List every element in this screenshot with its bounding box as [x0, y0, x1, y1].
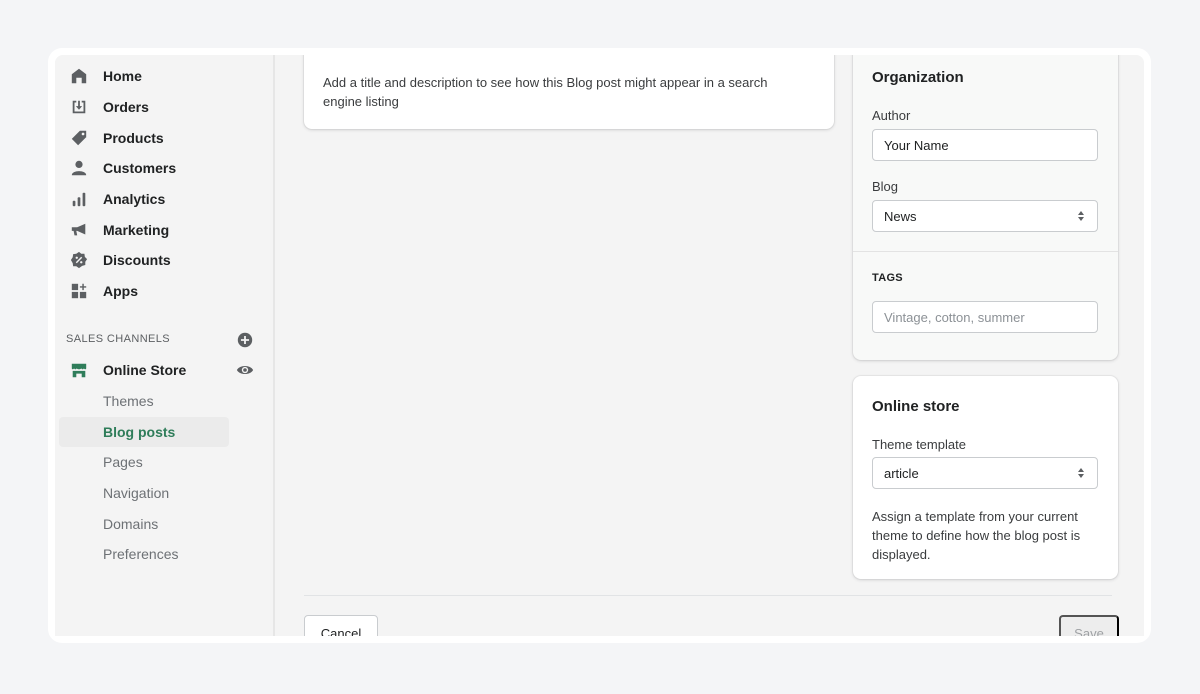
select-arrows-icon [1078, 211, 1084, 221]
sidebar-item-label: Products [103, 130, 164, 146]
main-content: Add a title and description to see how t… [275, 55, 1144, 636]
apps-icon [71, 283, 87, 299]
theme-template-value: article [884, 465, 919, 481]
tag-icon [71, 130, 87, 146]
cancel-button[interactable]: Cancel [304, 615, 378, 636]
sidebar-item-analytics[interactable]: Analytics [59, 184, 229, 214]
sidebar-subitem-domains[interactable]: Domains [59, 509, 229, 539]
online-store-card: Online store Theme template article Assi… [853, 376, 1118, 579]
sidebar-subitem-preferences[interactable]: Preferences [59, 539, 229, 569]
sidebar-subitem-navigation[interactable]: Navigation [59, 478, 229, 508]
theme-template-select[interactable]: article [872, 457, 1098, 489]
sidebar-subitem-label: Themes [103, 393, 154, 409]
sidebar-subitem-label: Pages [103, 454, 143, 470]
tags-placeholder: Vintage, cotton, summer [884, 309, 1025, 325]
organization-title: Organization [872, 69, 964, 86]
sidebar-item-label: Discounts [103, 252, 171, 268]
sidebar-item-orders[interactable]: Orders [59, 92, 229, 122]
sidebar-item-label: Customers [103, 160, 177, 176]
screenshot-frame: Home Orders Products Customers Analytics… [48, 48, 1151, 643]
sidebar-item-discounts[interactable]: Discounts [59, 245, 229, 275]
bar-chart-icon [72, 192, 86, 207]
sidebar-subitem-blog-posts[interactable]: Blog posts [59, 417, 229, 447]
organization-card: Organization Author Your Name Blog News … [853, 55, 1118, 360]
theme-template-help: Assign a template from your current them… [872, 509, 1081, 562]
blog-select[interactable]: News [872, 200, 1098, 232]
orders-icon [72, 100, 86, 114]
sidebar-item-label: Orders [103, 99, 149, 115]
sidebar: Home Orders Products Customers Analytics… [55, 55, 275, 636]
author-input[interactable]: Your Name [872, 129, 1098, 161]
add-sales-channel-icon[interactable] [236, 331, 254, 349]
sidebar-subitem-label: Blog posts [103, 424, 176, 440]
view-store-eye-icon[interactable] [236, 361, 254, 379]
sidebar-subitem-pages[interactable]: Pages [59, 447, 229, 477]
save-button[interactable]: Save [1059, 615, 1119, 636]
sidebar-item-products[interactable]: Products [59, 123, 229, 153]
store-icon [71, 363, 87, 378]
megaphone-icon [71, 223, 86, 236]
author-value: Your Name [884, 137, 949, 153]
author-label: Author [872, 108, 911, 123]
discount-icon [70, 251, 88, 269]
sidebar-item-label: Apps [103, 283, 138, 299]
sidebar-item-online-store[interactable]: Online Store [59, 355, 229, 385]
sidebar-item-marketing[interactable]: Marketing [59, 215, 229, 245]
sidebar-item-label: Marketing [103, 222, 170, 238]
tags-input[interactable]: Vintage, cotton, summer [872, 301, 1098, 333]
blog-label: Blog [872, 179, 899, 194]
blog-value: News [884, 208, 917, 224]
sidebar-item-label: Online Store [103, 362, 187, 378]
sidebar-item-apps[interactable]: Apps [59, 276, 229, 306]
search-engine-preview-card: Add a title and description to see how t… [304, 55, 834, 129]
sidebar-item-customers[interactable]: Customers [59, 153, 229, 183]
theme-template-label: Theme template [872, 437, 966, 452]
select-arrows-icon [1078, 468, 1084, 478]
sidebar-subitem-label: Navigation [103, 485, 170, 501]
sidebar-subitem-themes[interactable]: Themes [59, 386, 229, 416]
sales-channels-heading: SALES CHANNELS [66, 333, 171, 345]
seo-preview-text: Add a title and description to see how t… [323, 75, 768, 109]
section-divider [853, 251, 1118, 252]
sidebar-subitem-label: Preferences [103, 546, 179, 562]
tags-label: TAGS [872, 272, 903, 284]
home-icon [71, 68, 87, 84]
sidebar-item-label: Home [103, 68, 142, 84]
sidebar-subitem-label: Domains [103, 516, 159, 532]
admin-screen: Home Orders Products Customers Analytics… [55, 55, 1144, 636]
footer-divider [304, 595, 1112, 596]
online-store-title: Online store [872, 398, 960, 415]
sidebar-item-label: Analytics [103, 191, 166, 207]
sidebar-item-home[interactable]: Home [59, 61, 229, 91]
person-icon [71, 160, 87, 176]
